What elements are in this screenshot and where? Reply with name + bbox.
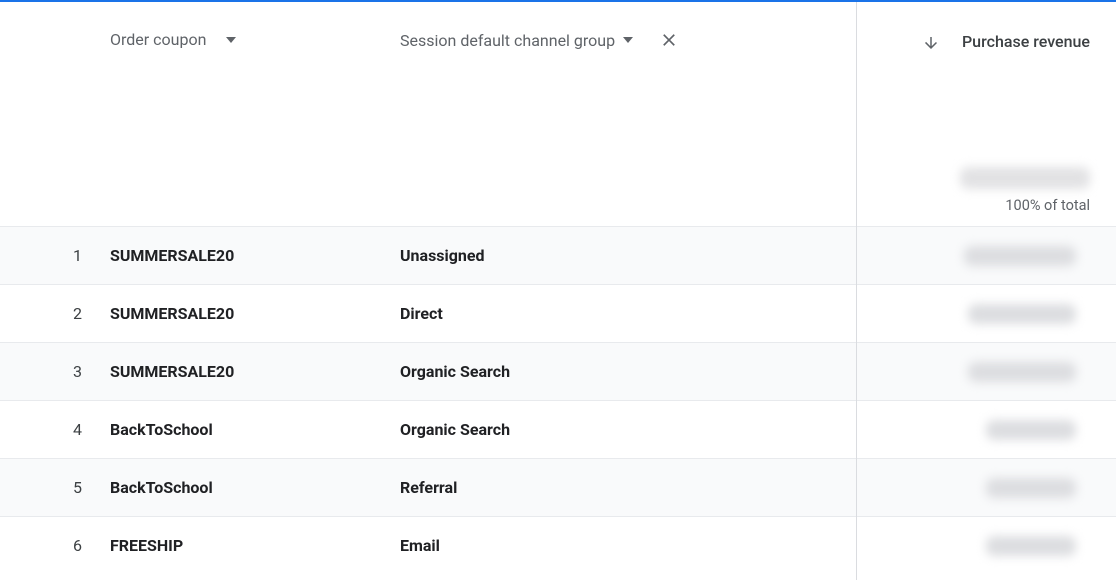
row-channel: Unassigned <box>400 246 856 265</box>
row-index: 5 <box>0 478 110 497</box>
dropdown-triangle-icon <box>226 37 236 43</box>
row-coupon: SUMMERSALE20 <box>110 304 400 323</box>
table-row[interactable]: 1 SUMMERSALE20 Unassigned <box>0 226 856 284</box>
row-index: 1 <box>0 246 110 265</box>
metric-cell <box>857 342 1116 400</box>
remove-secondary-dimension-button[interactable] <box>659 30 679 50</box>
primary-dimension-label: Order coupon <box>110 30 206 49</box>
dropdown-triangle-icon <box>623 37 633 43</box>
row-channel: Referral <box>400 478 856 497</box>
metric-value-redacted <box>968 362 1076 382</box>
row-index: 3 <box>0 362 110 381</box>
metric-value-redacted <box>986 420 1076 440</box>
row-channel: Organic Search <box>400 420 856 439</box>
table-row[interactable]: 3 SUMMERSALE20 Organic Search <box>0 342 856 400</box>
report-table: Order coupon Session default channel gro… <box>0 0 1116 580</box>
metric-cell <box>857 400 1116 458</box>
metric-panel: Purchase revenue 100% of total <box>856 2 1116 580</box>
table-row[interactable]: 5 BackToSchool Referral <box>0 458 856 516</box>
metric-cell <box>857 458 1116 516</box>
metric-cell <box>857 226 1116 284</box>
row-channel: Organic Search <box>400 362 856 381</box>
row-channel: Email <box>400 536 856 555</box>
primary-dimension-selector[interactable]: Order coupon <box>110 30 400 49</box>
metric-value-redacted <box>986 536 1076 556</box>
row-index: 2 <box>0 304 110 323</box>
close-icon <box>659 30 679 50</box>
table-row[interactable]: 4 BackToSchool Organic Search <box>0 400 856 458</box>
metric-header: Purchase revenue 100% of total <box>857 2 1116 226</box>
secondary-dimension-selector[interactable]: Session default channel group <box>400 31 633 50</box>
metric-pct-label: 100% of total <box>871 197 1090 214</box>
arrow-down-icon <box>922 34 940 52</box>
row-coupon: SUMMERSALE20 <box>110 246 400 265</box>
row-index: 4 <box>0 420 110 439</box>
secondary-dimension-group: Session default channel group <box>400 30 856 50</box>
table-row[interactable]: 2 SUMMERSALE20 Direct <box>0 284 856 342</box>
row-coupon: BackToSchool <box>110 420 400 439</box>
metric-sort-button[interactable]: Purchase revenue <box>857 2 1116 53</box>
metric-value-redacted <box>964 246 1076 266</box>
metric-cell <box>857 284 1116 342</box>
row-coupon: FREESHIP <box>110 536 400 555</box>
metric-label: Purchase revenue <box>962 30 1090 53</box>
row-coupon: BackToSchool <box>110 478 400 497</box>
metric-value-redacted <box>968 304 1076 324</box>
secondary-dimension-label: Session default channel group <box>400 31 615 50</box>
row-channel: Direct <box>400 304 856 323</box>
table-row[interactable]: 6 FREESHIP Email <box>0 516 856 574</box>
metric-total-value-redacted <box>960 167 1090 189</box>
row-index: 6 <box>0 536 110 555</box>
row-coupon: SUMMERSALE20 <box>110 362 400 381</box>
main-panel: Order coupon Session default channel gro… <box>0 2 856 580</box>
metric-total: 100% of total <box>857 167 1116 226</box>
metric-cell <box>857 516 1116 574</box>
dimension-header-row: Order coupon Session default channel gro… <box>0 2 856 226</box>
metric-value-redacted <box>986 478 1076 498</box>
